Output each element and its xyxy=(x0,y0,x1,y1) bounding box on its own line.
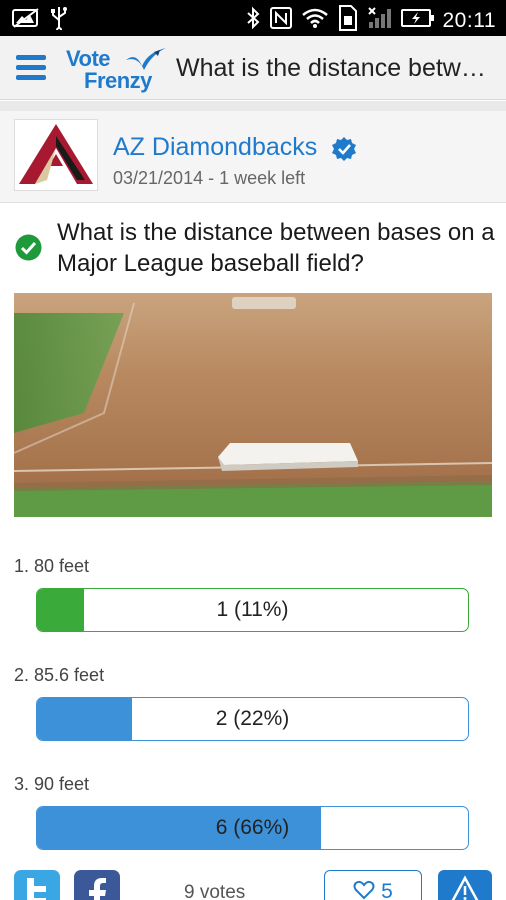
option-bar-3[interactable]: 6 (66%) xyxy=(36,806,469,850)
report-button[interactable] xyxy=(438,870,492,900)
warning-icon xyxy=(451,875,479,900)
twitter-icon xyxy=(14,870,60,900)
image-icon xyxy=(12,7,40,34)
twitter-share-button[interactable] xyxy=(14,870,60,900)
page-title: What is the distance betwe… xyxy=(176,54,492,82)
facebook-icon xyxy=(74,870,120,900)
sim-icon xyxy=(337,5,359,36)
option-result-3: 6 (66%) xyxy=(215,816,290,839)
divider xyxy=(0,101,506,111)
poll-question: What is the distance between bases on a … xyxy=(57,219,495,277)
option-label-1: 1. 80 feet xyxy=(14,556,90,576)
baseball-field-image[interactable] xyxy=(14,293,492,517)
app-bar: Vote Frenzy What is the distance betwe… xyxy=(0,36,506,100)
author-name[interactable]: AZ Diamondbacks xyxy=(113,133,317,162)
nfc-icon xyxy=(269,6,293,35)
verified-badge-icon xyxy=(332,137,356,161)
poll-author-card[interactable]: AZ Diamondbacks 03/21/2014 - 1 week left xyxy=(0,111,506,203)
battery-charging-icon xyxy=(400,8,435,33)
option-bar-2[interactable]: 2 (22%) xyxy=(36,697,469,741)
logo-swoosh-icon xyxy=(126,48,166,70)
wifi-icon xyxy=(301,7,329,34)
facebook-share-button[interactable] xyxy=(74,870,120,900)
status-bar: 20:11 xyxy=(0,0,506,36)
option-bar-1[interactable]: 1 (11%) xyxy=(36,588,469,632)
option-label-2: 2. 85.6 feet xyxy=(14,665,105,685)
bluetooth-icon xyxy=(245,6,261,35)
like-count: 5 xyxy=(381,880,393,900)
usb-icon xyxy=(50,6,68,35)
option-label-3: 3. 90 feet xyxy=(14,774,90,794)
option-result-1: 1 (11%) xyxy=(216,598,289,621)
option-result-2: 2 (22%) xyxy=(215,707,290,730)
signal-icon xyxy=(367,6,393,35)
poll-meta: 03/21/2014 - 1 week left xyxy=(113,168,306,188)
heart-icon xyxy=(353,880,375,900)
vote-count: 9 votes xyxy=(184,882,246,900)
like-button[interactable]: 5 xyxy=(324,870,422,900)
check-circle-icon xyxy=(15,234,42,261)
menu-icon[interactable] xyxy=(16,55,46,81)
vote-frenzy-logo[interactable]: Vote Frenzy xyxy=(62,44,170,93)
clock: 20:11 xyxy=(442,8,496,32)
team-logo[interactable] xyxy=(14,119,98,191)
